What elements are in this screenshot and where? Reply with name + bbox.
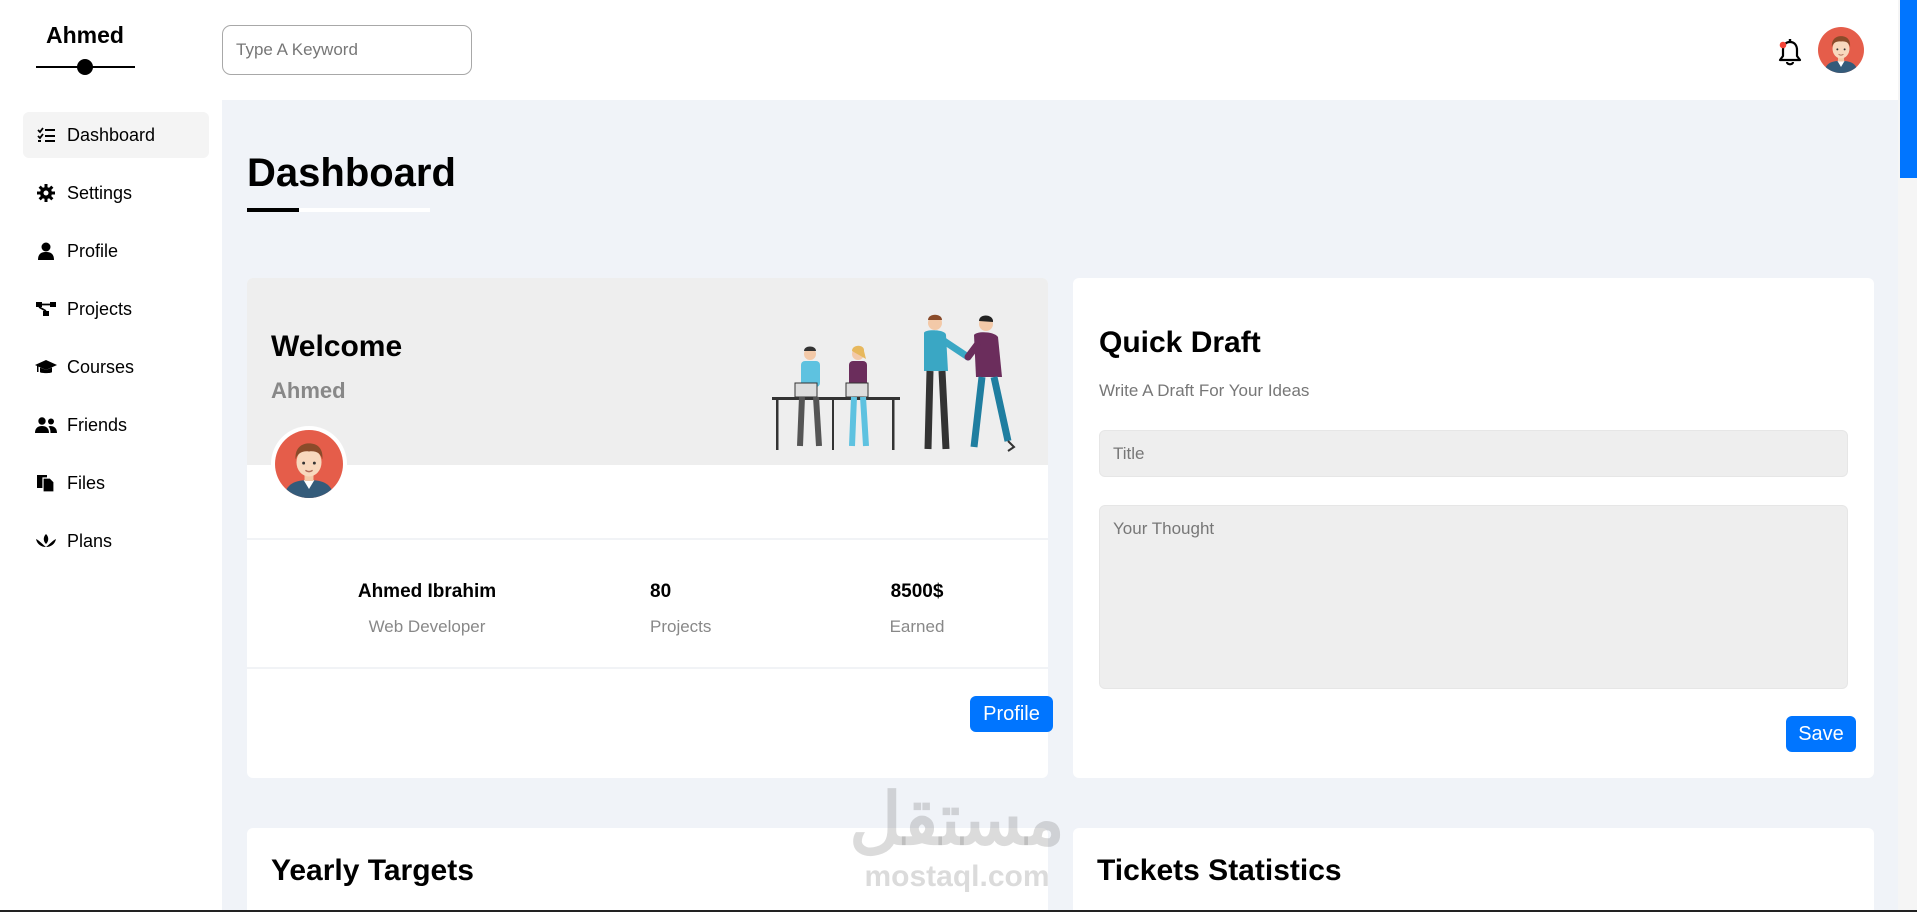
scrollbar-thumb[interactable] bbox=[1900, 0, 1917, 178]
gear-icon bbox=[35, 183, 57, 203]
sidebar-item-dashboard[interactable]: Dashboard bbox=[23, 112, 209, 158]
card-title: Yearly Targets bbox=[271, 854, 474, 887]
stat-value: Ahmed Ibrahim bbox=[357, 581, 497, 602]
plans-icon bbox=[35, 531, 57, 551]
stat-label: Projects bbox=[650, 617, 712, 636]
sidebar-item-plans[interactable]: Plans bbox=[23, 518, 209, 564]
draft-thought-textarea[interactable] bbox=[1099, 505, 1848, 689]
welcome-name: Ahmed bbox=[271, 378, 346, 403]
sidebar-item-courses[interactable]: Courses bbox=[23, 344, 209, 390]
logo-text: Ahmed bbox=[46, 22, 124, 48]
sidebar-item-files[interactable]: Files bbox=[23, 460, 209, 506]
sidebar: Ahmed Dashboard Settings Profile Project… bbox=[0, 0, 222, 912]
save-button[interactable]: Save bbox=[1786, 716, 1856, 752]
list-check-icon bbox=[35, 125, 57, 145]
stat-value: 80 bbox=[650, 581, 672, 602]
avatar bbox=[271, 426, 347, 502]
sidebar-item-label: Plans bbox=[67, 530, 113, 551]
team-illustration bbox=[772, 313, 1032, 453]
divider bbox=[247, 667, 1048, 669]
profile-button[interactable]: Profile bbox=[970, 696, 1053, 732]
logo-dot bbox=[77, 59, 93, 75]
divider bbox=[247, 538, 1048, 540]
page-title: Dashboard bbox=[247, 151, 456, 195]
top-header bbox=[222, 0, 1898, 100]
stat-value: 8500$ bbox=[890, 581, 944, 602]
sidebar-item-label: Dashboard bbox=[67, 124, 156, 145]
sidebar-item-label: Files bbox=[67, 472, 106, 493]
sidebar-item-label: Friends bbox=[67, 414, 128, 435]
sidebar-item-label: Courses bbox=[67, 356, 135, 377]
stat-label: Earned bbox=[889, 617, 945, 636]
title-underline bbox=[247, 208, 299, 212]
user-icon bbox=[35, 241, 57, 261]
sidebar-item-friends[interactable]: Friends bbox=[23, 402, 209, 448]
quick-draft-card: Quick Draft Write A Draft For Your Ideas… bbox=[1073, 278, 1874, 778]
main-content: Dashboard Welcome Ahmed Ahmed Ibrahim We… bbox=[222, 100, 1898, 912]
card-title: Tickets Statistics bbox=[1097, 854, 1342, 887]
welcome-card: Welcome Ahmed Ahmed Ibrahim Web Develope… bbox=[247, 278, 1053, 778]
avatar-icon[interactable] bbox=[1818, 27, 1864, 73]
quick-draft-title: Quick Draft bbox=[1099, 326, 1261, 359]
sidebar-item-profile[interactable]: Profile bbox=[23, 228, 209, 274]
tickets-statistics-card: Tickets Statistics bbox=[1073, 828, 1874, 912]
graduation-cap-icon bbox=[35, 357, 57, 377]
stat-name: Ahmed Ibrahim Web Developer bbox=[327, 581, 527, 637]
yearly-targets-card: Yearly Targets bbox=[247, 828, 1048, 912]
sidebar-item-settings[interactable]: Settings bbox=[23, 170, 209, 216]
files-icon bbox=[35, 473, 57, 493]
sidebar-item-label: Projects bbox=[67, 298, 133, 319]
sidebar-item-label: Settings bbox=[67, 182, 133, 203]
stat-projects: 80 Projects bbox=[650, 581, 711, 637]
sidebar-item-label: Profile bbox=[67, 240, 119, 261]
welcome-title: Welcome bbox=[271, 330, 403, 363]
users-icon bbox=[35, 415, 57, 435]
quick-draft-subtitle: Write A Draft For Your Ideas bbox=[1099, 381, 1310, 400]
diagram-project-icon bbox=[35, 299, 57, 319]
draft-title-input[interactable] bbox=[1099, 430, 1848, 477]
sidebar-nav: Dashboard Settings Profile Projects Cour… bbox=[23, 112, 209, 576]
sidebar-item-projects[interactable]: Projects bbox=[23, 286, 209, 332]
stat-earned: 8500$ Earned bbox=[867, 581, 967, 637]
search-input[interactable] bbox=[222, 25, 472, 75]
stat-label: Web Developer bbox=[368, 617, 486, 636]
bell-icon[interactable] bbox=[1776, 38, 1804, 68]
